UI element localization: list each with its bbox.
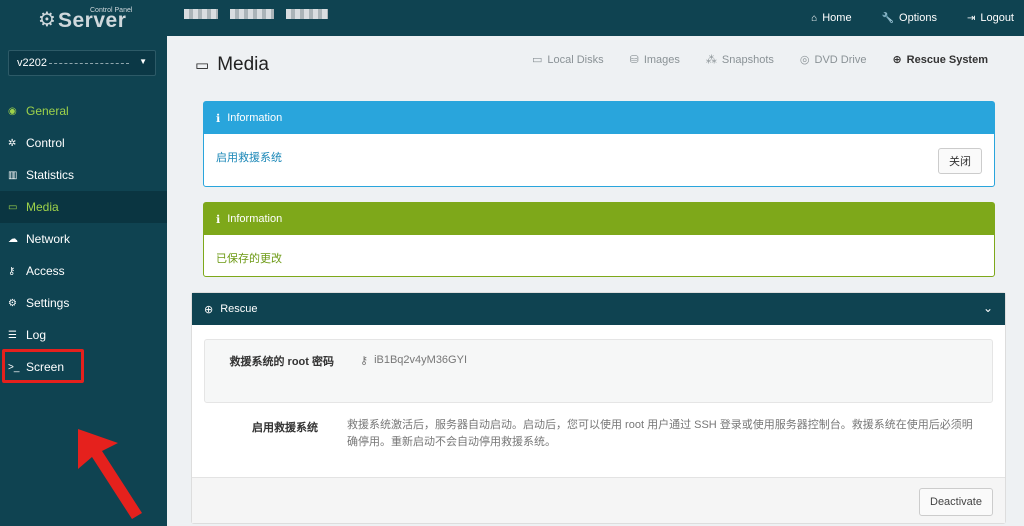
logo-title: Server — [58, 9, 127, 32]
hdd-icon: ▭ — [195, 57, 210, 74]
password-label: 救援系统的 root 密码 — [229, 356, 335, 368]
alert-message: 启用救援系统 — [216, 152, 282, 164]
info-icon: ℹ — [216, 112, 221, 125]
page-title: ▭ Media — [195, 54, 269, 75]
chevron-down-icon[interactable]: ⌄ — [983, 301, 993, 315]
sidebar: v2202 ▼ ◉ General ✲ Control ▥ Statistics ▭ M… — [0, 36, 167, 526]
bar-chart-icon: ▥ — [8, 169, 18, 181]
life-ring-icon: ⊕ — [204, 303, 214, 316]
sidebar-item-control[interactable]: ✲ Control — [0, 127, 167, 159]
key-icon: ⚷ — [8, 265, 16, 277]
main-content: ▭ Media ▭ Local Disks ⛁ Images ⁂ Snapshots … — [167, 36, 1024, 526]
alert-message: 已保存的更改 — [216, 253, 282, 265]
wrench-icon: 🔧 — [881, 12, 895, 24]
life-ring-icon: ⊕ — [892, 54, 902, 66]
close-button[interactable]: 关闭 — [938, 148, 982, 174]
logout-icon: ⇥ — [966, 12, 976, 24]
tab-rescue-system[interactable]: ⊕ Rescue System — [892, 53, 988, 67]
redacted-text — [230, 9, 274, 19]
eye-icon: ◉ — [8, 105, 17, 117]
info-alert-saved: ℹ Information 已保存的更改 — [203, 202, 995, 277]
images-icon: ⛁ — [629, 54, 639, 66]
tab-local-disks[interactable]: ▭ Local Disks — [531, 53, 604, 67]
sidebar-item-settings[interactable]: ⚙ Settings — [0, 287, 167, 319]
redacted-text — [286, 9, 328, 19]
sitemap-icon: ⁂ — [705, 54, 717, 66]
rescue-panel-header[interactable]: ⊕ Rescue — [192, 293, 1005, 325]
key-icon: ⚷ — [360, 355, 369, 367]
sidebar-item-access[interactable]: ⚷ Access — [0, 255, 167, 287]
alert-header: ℹ Information — [204, 102, 994, 134]
deactivate-button[interactable]: Deactivate — [919, 488, 993, 516]
options-link[interactable]: 🔧 Options — [882, 12, 937, 24]
sidebar-nav: ◉ General ✲ Control ▥ Statistics ▭ Media ☁ Ne… — [0, 95, 167, 383]
info-alert-activated: ℹ Information 启用救援系统 关闭 — [203, 101, 995, 187]
top-bar: ⚙ Control Panel Server ⌂ Home 🔧 Options ⇥ L… — [0, 0, 1024, 36]
media-tabs: ▭ Local Disks ⛁ Images ⁂ Snapshots ◎ DVD Dri… — [531, 53, 988, 67]
rescue-panel: ⊕ Rescue ⌄ 救援系统的 root 密码 ⚷ iB1Bq2v4yM36GYI… — [191, 292, 1006, 524]
server-select[interactable]: v2202 ▼ — [8, 50, 156, 76]
sidebar-item-media[interactable]: ▭ Media — [0, 191, 167, 223]
tab-dvd-drive[interactable]: ◎ DVD Drive — [799, 53, 867, 67]
tab-snapshots[interactable]: ⁂ Snapshots — [705, 53, 774, 67]
sidebar-item-statistics[interactable]: ▥ Statistics — [0, 159, 167, 191]
cloud-icon: ☁ — [8, 233, 18, 245]
info-icon: ℹ — [216, 213, 221, 226]
gears-icon: ⚙ — [8, 297, 17, 309]
activate-label: 启用救援系统 — [252, 422, 318, 434]
sidebar-item-log[interactable]: ☰ Log — [0, 319, 167, 351]
screen-highlight-box — [2, 349, 84, 383]
redacted-text — [184, 9, 218, 19]
password-value[interactable]: ⚷ iB1Bq2v4yM36GYI — [360, 354, 467, 367]
home-icon: ⌂ — [811, 12, 818, 24]
sidebar-item-network[interactable]: ☁ Network — [0, 223, 167, 255]
hdd-icon: ▭ — [531, 54, 543, 66]
disc-icon: ◎ — [799, 54, 810, 66]
red-arrow-annotation — [78, 429, 142, 519]
home-link[interactable]: ⌂ Home — [811, 12, 851, 24]
logout-link[interactable]: ⇥ Logout — [967, 12, 1014, 24]
password-row: 救援系统的 root 密码 ⚷ iB1Bq2v4yM36GYI — [204, 339, 993, 403]
caret-down-icon: ▼ — [139, 57, 147, 66]
top-nav: ⌂ Home 🔧 Options ⇥ Logout — [811, 0, 1014, 36]
redacted-server-name — [48, 62, 129, 64]
gear-icon: ✲ — [8, 137, 17, 149]
logo-gear-icon: ⚙ — [38, 9, 56, 31]
activate-description: 救援系统激活后，服务器自动启动。启动后，您可以使用 root 用户通过 SSH … — [347, 419, 973, 448]
hdd-icon: ▭ — [8, 201, 18, 213]
panel-footer: Deactivate — [192, 477, 1005, 523]
alert-header: ℹ Information — [204, 203, 994, 235]
logo[interactable]: ⚙ Control Panel Server — [38, 4, 168, 32]
tab-images[interactable]: ⛁ Images — [629, 53, 680, 67]
sidebar-item-general[interactable]: ◉ General — [0, 95, 167, 127]
list-icon: ☰ — [8, 329, 17, 341]
